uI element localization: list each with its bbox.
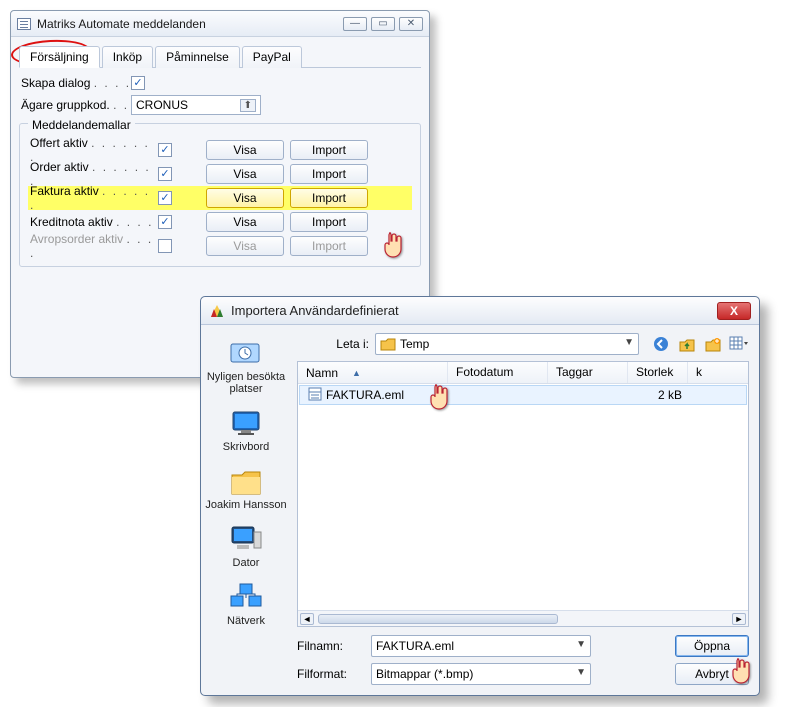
sort-asc-icon: ▲ xyxy=(352,368,361,378)
matriks-title: Matriks Automate meddelanden xyxy=(37,17,206,31)
app-icon xyxy=(17,18,31,30)
faktura-visa-button[interactable]: Visa xyxy=(206,188,284,208)
file-name: FAKTURA.eml xyxy=(326,388,404,402)
file-dialog-title: Importera Användardefinierat xyxy=(231,303,399,318)
place-computer-label: Dator xyxy=(233,557,260,569)
open-button[interactable]: Öppna xyxy=(675,635,749,657)
tab-inkop[interactable]: Inköp xyxy=(102,46,153,68)
lookin-label: Leta i: xyxy=(297,337,369,351)
file-row-selected[interactable]: FAKTURA.eml 2 kB xyxy=(299,385,747,405)
place-desktop[interactable]: Skrivbord xyxy=(223,403,269,457)
row-avropsorder: Avropsorder aktiv . . . . Visa Import xyxy=(28,234,412,258)
row-kreditnota: Kreditnota aktiv . . . . Visa Import xyxy=(28,210,412,234)
matriks-titlebar: Matriks Automate meddelanden — ▭ ✕ xyxy=(11,11,429,37)
meddelandemallar-group: Meddelandemallar Offert aktiv . . . . . … xyxy=(19,123,421,267)
file-size: 2 kB xyxy=(630,386,690,404)
file-list: Namn▲ Fotodatum Taggar Storlek k FAKTURA… xyxy=(297,361,749,627)
minimize-button[interactable]: — xyxy=(343,17,367,31)
maximize-button[interactable]: ▭ xyxy=(371,17,395,31)
avropsorder-visa-button: Visa xyxy=(206,236,284,256)
lookin-combo[interactable]: Temp ▼ xyxy=(375,333,639,355)
horizontal-scrollbar[interactable]: ◄ ► xyxy=(298,610,748,626)
desktop-icon xyxy=(228,407,264,439)
meddelandemallar-legend: Meddelandemallar xyxy=(28,118,135,132)
kreditnota-checkbox[interactable] xyxy=(158,215,172,229)
filnamn-label: Filnamn: xyxy=(297,639,363,653)
kreditnota-import-button[interactable]: Import xyxy=(290,212,368,232)
kreditnota-visa-button[interactable]: Visa xyxy=(206,212,284,232)
place-user-label: Joakim Hansson xyxy=(205,499,286,511)
skapa-dialog-checkbox[interactable] xyxy=(131,76,145,90)
back-button[interactable] xyxy=(651,334,671,354)
place-computer[interactable]: Dator xyxy=(228,519,264,573)
offert-visa-button[interactable]: Visa xyxy=(206,140,284,160)
faktura-import-button[interactable]: Import xyxy=(290,188,368,208)
close-button[interactable]: ✕ xyxy=(399,17,423,31)
filformat-combo[interactable]: Bitmappar (*.bmp) ▼ xyxy=(371,663,591,685)
chevron-down-icon: ▼ xyxy=(576,639,586,650)
place-user[interactable]: Joakim Hansson xyxy=(205,461,286,515)
col-fotodatum[interactable]: Fotodatum xyxy=(448,362,548,383)
col-storlek[interactable]: Storlek xyxy=(628,362,688,383)
place-recent[interactable]: Nyligen besökta platser xyxy=(203,333,289,399)
row-faktura: Faktura aktiv . . . . . . Visa Import xyxy=(28,186,412,210)
scroll-thumb[interactable] xyxy=(318,614,558,624)
col-name[interactable]: Namn▲ xyxy=(298,362,448,383)
places-bar: Nyligen besökta platser Skrivbord Joakim… xyxy=(201,325,291,695)
place-desktop-label: Skrivbord xyxy=(223,441,269,453)
order-import-button[interactable]: Import xyxy=(290,164,368,184)
avropsorder-import-button[interactable]: Import xyxy=(290,236,368,256)
lookup-icon[interactable]: ⬆ xyxy=(240,99,256,112)
filformat-label: Filformat: xyxy=(297,667,363,681)
place-recent-label: Nyligen besökta platser xyxy=(203,371,289,395)
tab-paypal[interactable]: PayPal xyxy=(242,46,302,68)
tab-forsaljning[interactable]: Försäljning xyxy=(19,46,100,68)
avropsorder-checkbox[interactable] xyxy=(158,239,172,253)
order-checkbox[interactable] xyxy=(158,167,172,181)
computer-icon xyxy=(228,523,264,555)
cancel-button[interactable]: Avbryt xyxy=(675,663,749,685)
agare-gruppkod-value: CRONUS xyxy=(136,98,188,112)
tab-paminnelse[interactable]: Påminnelse xyxy=(155,46,240,68)
col-taggar[interactable]: Taggar xyxy=(548,362,628,383)
offert-checkbox[interactable] xyxy=(158,143,172,157)
setup-tabs: Försäljning Inköp Påminnelse PayPal xyxy=(19,45,421,68)
filformat-value: Bitmappar (*.bmp) xyxy=(376,667,473,681)
chevron-down-icon: ▼ xyxy=(576,667,586,678)
row-offert: Offert aktiv . . . . . . . Visa Import xyxy=(28,138,412,162)
col-extra[interactable]: k xyxy=(688,362,710,383)
view-menu-button[interactable] xyxy=(729,334,749,354)
filnamn-value: FAKTURA.eml xyxy=(376,639,454,653)
agare-gruppkod-field[interactable]: CRONUS ⬆ xyxy=(131,95,261,115)
file-dialog-titlebar: Importera Användardefinierat X xyxy=(201,297,759,325)
file-list-header: Namn▲ Fotodatum Taggar Storlek k xyxy=(298,362,748,384)
folder-icon xyxy=(380,337,396,351)
agare-label: Ägare gruppkod. . . . . xyxy=(21,98,131,112)
lookin-value: Temp xyxy=(400,337,429,351)
new-folder-button[interactable] xyxy=(703,334,723,354)
scroll-right-icon[interactable]: ► xyxy=(732,613,746,625)
row-order: Order aktiv . . . . . . . Visa Import xyxy=(28,162,412,186)
faktura-checkbox[interactable] xyxy=(158,191,172,205)
user-folder-icon xyxy=(228,465,264,497)
file-type-icon xyxy=(308,387,322,404)
recent-places-icon xyxy=(228,337,264,369)
skapa-dialog-label: Skapa dialog . . . . xyxy=(21,76,131,90)
place-network-label: Nätverk xyxy=(227,615,265,627)
up-one-level-button[interactable] xyxy=(677,334,697,354)
offert-import-button[interactable]: Import xyxy=(290,140,368,160)
filnamn-combo[interactable]: FAKTURA.eml ▼ xyxy=(371,635,591,657)
order-visa-button[interactable]: Visa xyxy=(206,164,284,184)
place-network[interactable]: Nätverk xyxy=(227,577,265,631)
network-icon xyxy=(228,581,264,613)
dialog-app-icon xyxy=(209,303,225,319)
chevron-down-icon: ▼ xyxy=(624,337,634,348)
file-open-dialog: Importera Användardefinierat X Nyligen b… xyxy=(200,296,760,696)
scroll-left-icon[interactable]: ◄ xyxy=(300,613,314,625)
dialog-close-button[interactable]: X xyxy=(717,302,751,320)
